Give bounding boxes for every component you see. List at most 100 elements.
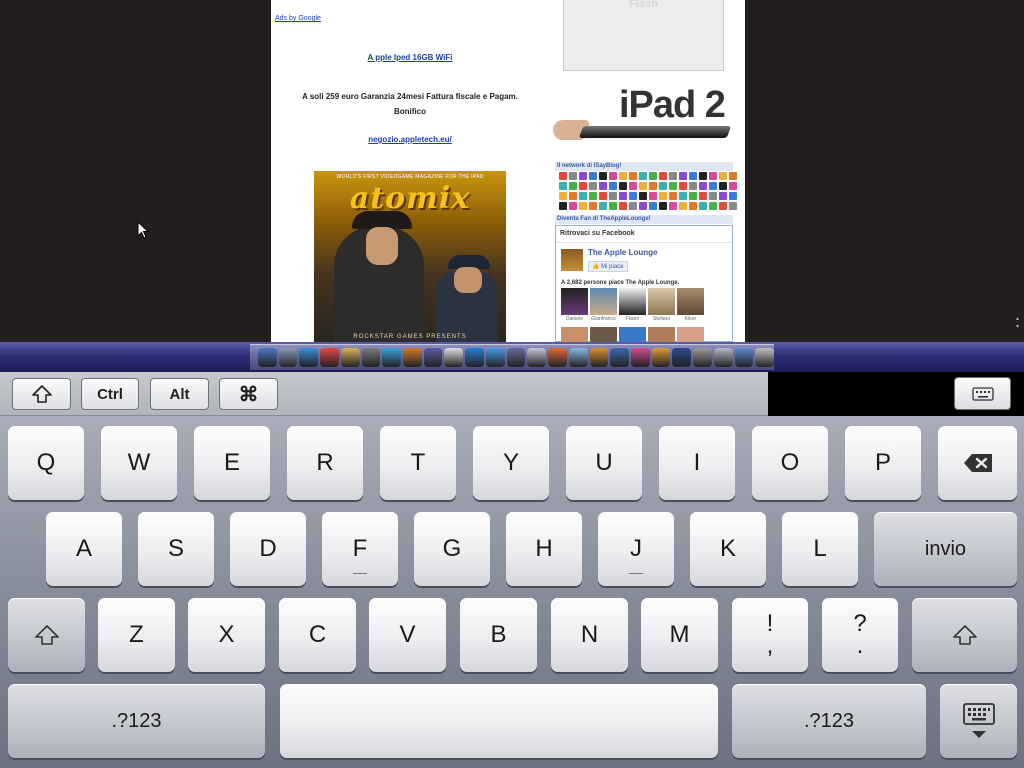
dock-app-icon[interactable] — [361, 348, 381, 367]
network-site-icon[interactable] — [609, 182, 617, 190]
network-site-icon[interactable] — [729, 202, 737, 210]
fan-item[interactable]: Kikor — [677, 288, 704, 322]
network-site-icon[interactable] — [589, 202, 597, 210]
key-e[interactable]: E — [194, 426, 270, 500]
network-site-icon[interactable] — [569, 182, 577, 190]
shift-left-key[interactable] — [8, 598, 85, 672]
network-site-icon[interactable] — [669, 192, 677, 200]
network-site-icon[interactable] — [649, 182, 657, 190]
key-d[interactable]: D — [230, 512, 306, 586]
dock-app-icon[interactable] — [506, 348, 526, 367]
dock-app-icon[interactable] — [672, 348, 692, 367]
dock-app-icon[interactable] — [755, 348, 774, 367]
key-b[interactable]: B — [460, 598, 537, 672]
numbers-key-right[interactable]: .?123 — [732, 684, 926, 758]
network-site-icon[interactable] — [649, 192, 657, 200]
key-q[interactable]: Q — [8, 426, 84, 500]
network-site-icon[interactable] — [659, 182, 667, 190]
fan-avatar[interactable] — [561, 327, 588, 342]
fan-avatar[interactable] — [648, 327, 675, 342]
return-key[interactable]: invio — [874, 512, 1017, 586]
network-site-icon[interactable] — [699, 202, 707, 210]
network-site-icon[interactable] — [649, 202, 657, 210]
dock-app-icon[interactable] — [485, 348, 505, 367]
key-m[interactable]: M — [641, 598, 718, 672]
facebook-page-thumbnail[interactable] — [561, 249, 583, 271]
network-site-icon[interactable] — [579, 192, 587, 200]
modifier-shift-key[interactable] — [12, 378, 71, 410]
network-site-icon[interactable] — [629, 202, 637, 210]
network-site-icon[interactable] — [589, 172, 597, 180]
network-site-icon[interactable] — [679, 182, 687, 190]
network-site-icon[interactable] — [619, 182, 627, 190]
dock-app-icon[interactable] — [610, 348, 629, 367]
dock-app-icon[interactable] — [299, 348, 319, 367]
modifier-alt-key[interactable]: Alt — [150, 378, 209, 410]
dock-app-icon[interactable] — [423, 348, 443, 367]
network-site-icon[interactable] — [709, 202, 717, 210]
network-site-icon[interactable] — [639, 192, 647, 200]
ad-title-link[interactable]: A pple Iped 16GB WiFi — [271, 53, 549, 62]
hide-keyboard-key[interactable] — [940, 684, 1017, 758]
dock-app-icon[interactable] — [258, 348, 277, 367]
network-site-icon[interactable] — [689, 192, 697, 200]
network-site-icon[interactable] — [689, 182, 697, 190]
network-site-icon[interactable] — [629, 172, 637, 180]
fan-item[interactable]: Daniele — [561, 288, 588, 322]
dock-app-icon[interactable] — [548, 348, 567, 367]
flash-placeholder[interactable]: Flash — [563, 0, 724, 71]
network-site-icon[interactable] — [559, 202, 567, 210]
shift-right-key[interactable] — [912, 598, 1017, 672]
key-c[interactable]: C — [279, 598, 356, 672]
network-site-icon[interactable] — [729, 172, 737, 180]
network-site-icon[interactable] — [589, 192, 597, 200]
network-site-icon[interactable] — [579, 202, 587, 210]
network-site-icon[interactable] — [569, 202, 577, 210]
key-h[interactable]: H — [506, 512, 582, 586]
dock-app-icon[interactable] — [403, 348, 422, 367]
remote-webpage[interactable]: Ads by Google A pple Iped 16GB WiFi A so… — [271, 0, 745, 342]
network-site-icon[interactable] — [599, 172, 607, 180]
ads-by-google-link[interactable]: Ads by Google — [275, 15, 321, 22]
modifier-ctrl-key[interactable]: Ctrl — [81, 378, 139, 410]
network-site-icon[interactable] — [589, 182, 597, 190]
key-u[interactable]: U — [566, 426, 642, 500]
network-site-icon[interactable] — [619, 192, 627, 200]
network-site-icon[interactable] — [679, 202, 687, 210]
network-site-icon[interactable] — [639, 172, 647, 180]
network-site-icon[interactable] — [689, 172, 697, 180]
dock-app-icon[interactable] — [465, 348, 484, 367]
key-j[interactable]: J — [598, 512, 674, 586]
network-site-icon[interactable] — [729, 192, 737, 200]
network-site-icon[interactable] — [699, 182, 707, 190]
dock-app-icon[interactable] — [734, 348, 754, 367]
fan-item[interactable]: Stefano — [648, 288, 675, 322]
network-site-icon[interactable] — [629, 192, 637, 200]
key-r[interactable]: R — [287, 426, 363, 500]
network-site-icon[interactable] — [629, 182, 637, 190]
dock-app-icon[interactable] — [320, 348, 339, 367]
network-site-icon[interactable] — [699, 172, 707, 180]
network-site-icon[interactable] — [679, 192, 687, 200]
network-site-icon[interactable] — [559, 172, 567, 180]
backspace-key[interactable] — [938, 426, 1017, 500]
facebook-page-name[interactable]: The Apple Lounge — [588, 248, 657, 257]
network-site-icon[interactable] — [669, 202, 677, 210]
network-site-icon[interactable] — [569, 172, 577, 180]
key-g[interactable]: G — [414, 512, 490, 586]
key-w[interactable]: W — [101, 426, 177, 500]
network-site-icon[interactable] — [669, 182, 677, 190]
key-o[interactable]: O — [752, 426, 828, 500]
network-site-icon[interactable] — [559, 182, 567, 190]
network-site-icon[interactable] — [709, 172, 717, 180]
key-z[interactable]: Z — [98, 598, 175, 672]
dock-app-icon[interactable] — [278, 348, 298, 367]
dock-app-icon[interactable] — [527, 348, 547, 367]
dock-app-icon[interactable] — [630, 348, 650, 367]
network-site-icon[interactable] — [709, 192, 717, 200]
facebook-like-button[interactable]: 👍 Mi piace — [588, 261, 628, 272]
network-site-icon[interactable] — [659, 192, 667, 200]
fan-item[interactable]: Flavio — [619, 288, 646, 322]
key-i[interactable]: I — [659, 426, 735, 500]
key-s[interactable]: S — [138, 512, 214, 586]
